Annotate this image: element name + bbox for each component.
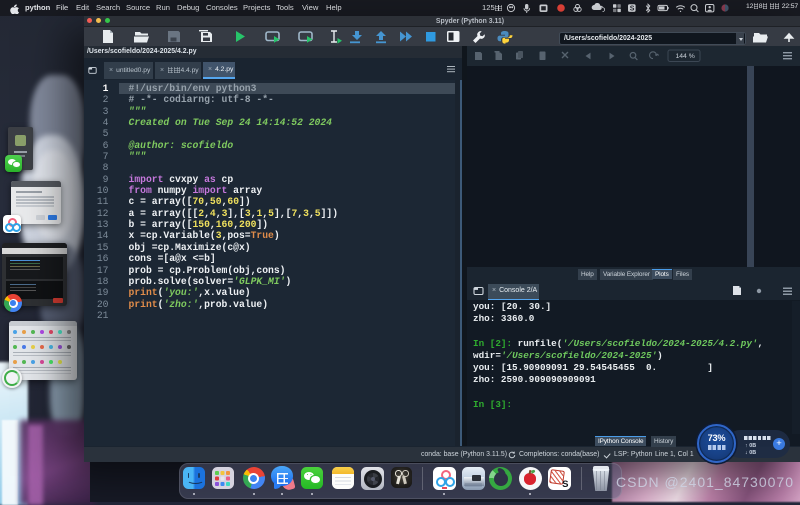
svg-text:S: S bbox=[630, 6, 635, 13]
svg-text:144 %: 144 % bbox=[676, 53, 695, 60]
